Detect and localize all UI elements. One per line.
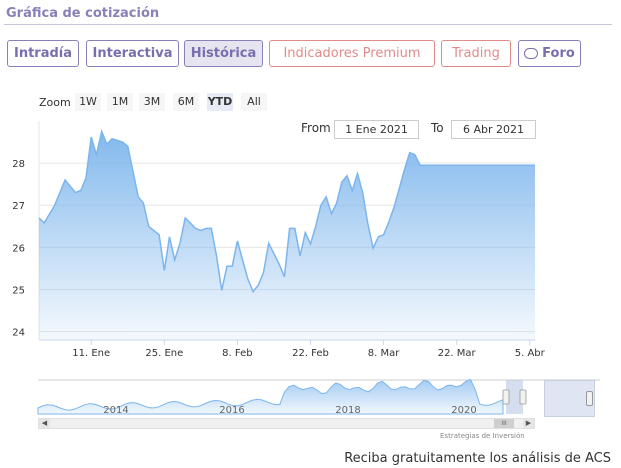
x-tick-label: 8. Mar (368, 348, 400, 359)
x-tick-label: 11. Ene (72, 348, 110, 359)
side-handle[interactable] (586, 391, 593, 406)
navigator-year-label: 2016 (219, 405, 244, 416)
x-tick-label: 5. Abr (515, 348, 546, 359)
y-tick-label: 26 (12, 243, 25, 254)
scroll-left-icon[interactable]: ◀ (39, 419, 50, 428)
navigator-handle-left[interactable] (502, 389, 510, 405)
x-tick-label: 22. Feb (292, 348, 329, 359)
y-tick-label: 28 (12, 159, 25, 170)
scroll-thumb[interactable]: III (494, 419, 514, 428)
scroll-right-icon[interactable]: ▶ (523, 419, 534, 428)
y-tick-label: 27 (12, 201, 25, 212)
analysis-cta[interactable]: Reciba gratuitamente los análisis de ACS (344, 451, 611, 466)
navigator-year-label: 2014 (103, 405, 128, 416)
navigator-handle-right[interactable] (519, 389, 527, 405)
navigator-year-label: 2018 (335, 405, 360, 416)
x-tick-label: 22. Mar (438, 348, 477, 359)
x-tick-label: 25. Ene (145, 348, 183, 359)
x-tick-label: 8. Feb (222, 348, 252, 359)
y-tick-label: 24 (12, 328, 25, 339)
price-chart[interactable]: 24 25 26 27 28 11. Ene 25. Ene 8. Feb 22. Feb 8.… (0, 0, 621, 380)
chart-credits[interactable]: Estrategias de Inversión (440, 432, 525, 440)
navigator-year-label: 2020 (451, 405, 476, 416)
y-tick-label: 25 (12, 285, 25, 296)
navigator-scrollbar[interactable]: ◀ III ▶ (38, 418, 535, 429)
